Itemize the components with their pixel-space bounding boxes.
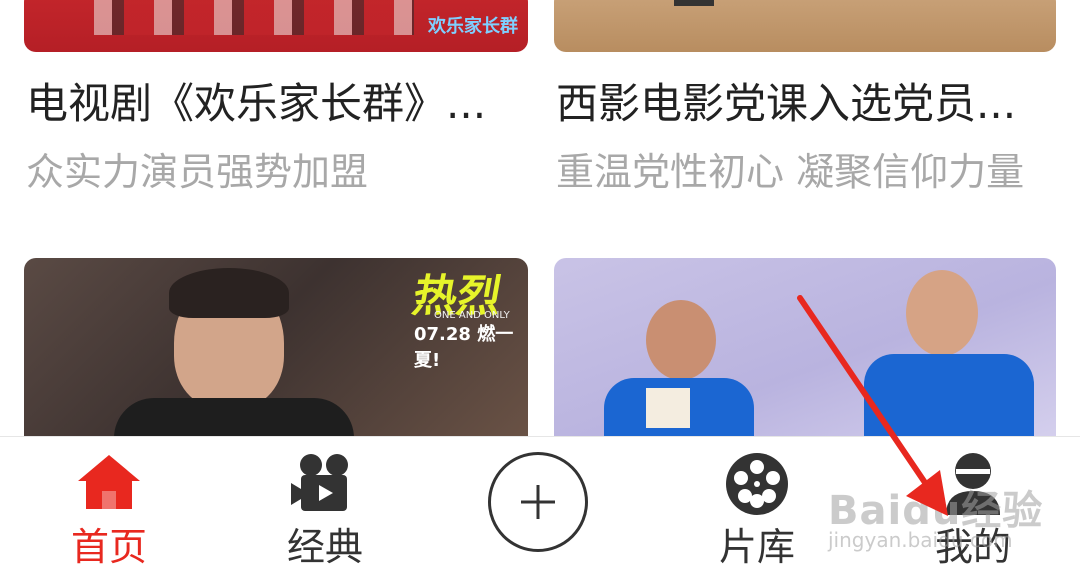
baidu-watermark-url: jingyan.baidu.com [828,528,1013,552]
poster-sign [646,388,690,428]
tab-home[interactable]: 首页 [44,437,174,575]
thumbnail-people [94,0,414,35]
card-title-2[interactable]: 西影电影党课入选党员... [556,78,1056,130]
card-thumbnail-2[interactable] [554,0,1056,52]
thumbnail-figure [674,0,714,6]
plus-icon [521,485,555,519]
tab-home-label: 首页 [70,525,147,569]
thumbnail-logo: 欢乐家长群 [428,16,518,37]
tab-film-library[interactable]: 片库 [692,437,822,575]
tab-classic[interactable]: 经典 [260,437,390,575]
poster-person-left-head [646,300,716,380]
film-reel-icon [726,453,788,515]
card-title-1[interactable]: 电视剧《欢乐家长群》... [26,78,526,130]
home-icon [78,455,140,509]
tab-film-library-label: 片库 [718,525,795,569]
tab-classic-label: 经典 [286,525,363,569]
card-subtitle-2: 重温党性初心 凝聚信仰力量 [556,150,1025,194]
poster-person-right-shirt [864,354,1034,448]
card-subtitle-1: 众实力演员强势加盟 [26,150,369,194]
poster-thumbnail-3[interactable]: 热烈 ONE AND ONLY 07.28 燃一夏! [24,258,528,448]
poster-person-right-head [906,270,978,356]
poster-hair [169,268,289,318]
poster-date: 07.28 燃一夏! [414,324,514,371]
add-button[interactable] [488,452,588,552]
card-thumbnail-1[interactable]: 欢乐家长群 [24,0,528,52]
poster-thumbnail-4[interactable] [554,258,1056,448]
video-camera-icon [291,454,348,511]
